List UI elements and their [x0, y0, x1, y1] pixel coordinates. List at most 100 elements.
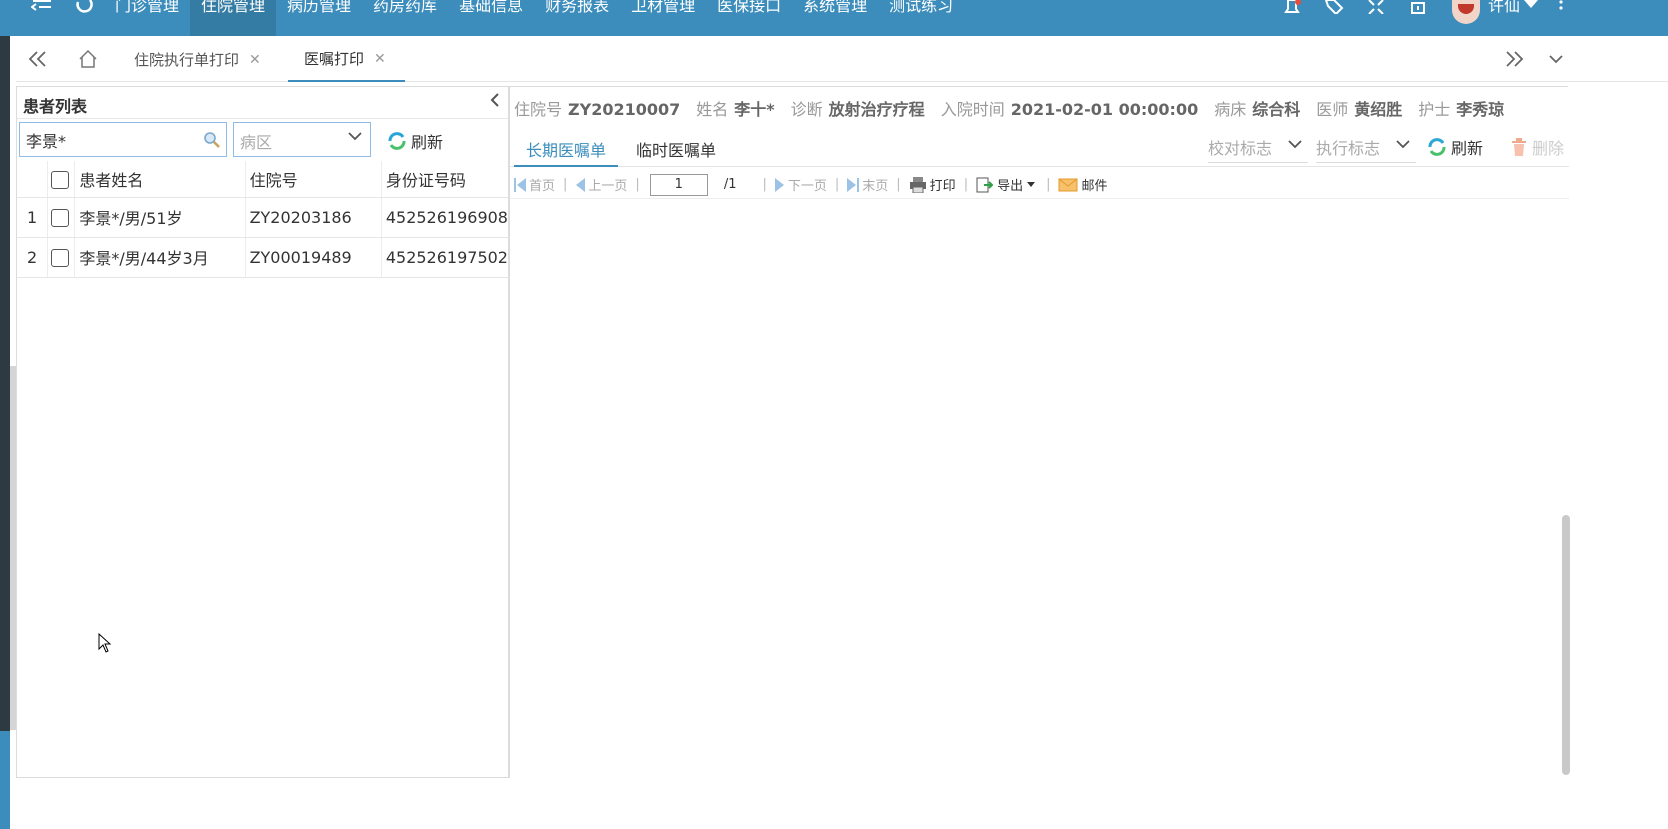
orders-panel: 住院号 ZY20210007 姓名 李十* 诊断 放射治疗疗程 入院时间 2021-02… — [509, 86, 1569, 778]
patient-name-value: 李十* — [734, 100, 775, 119]
ward-placeholder: 病区 — [240, 133, 273, 152]
row-checkbox[interactable] — [51, 208, 70, 227]
id-card-cell[interactable]: 452526197502 — [381, 237, 508, 278]
first-page-icon — [514, 177, 526, 192]
next-page-button[interactable]: 下一页 — [774, 175, 827, 194]
top-navbar: 门诊管理 住院管理 病历管理 药房药库 基础信息 财务报表 卫材管理 医保接口 … — [0, 0, 1668, 36]
info-label: 诊断 — [790, 100, 823, 119]
id-card-cell[interactable]: 452526196908 — [381, 197, 508, 238]
user-menu[interactable]: 许仙 — [1452, 0, 1539, 36]
home-icon[interactable] — [66, 37, 110, 81]
page-tab-bar: 住院执行单打印 ✕ 医嘱打印 ✕ — [16, 37, 1668, 82]
check-flag-select[interactable]: 校对标志 — [1208, 133, 1308, 163]
info-label: 病床 — [1214, 100, 1247, 119]
delete-button[interactable]: 删除 — [1510, 135, 1564, 159]
tab-label: 医嘱打印 — [304, 50, 365, 68]
column-header[interactable]: 住院号 — [245, 161, 382, 198]
menu-item[interactable]: 财务报表 — [534, 0, 620, 36]
info-label: 入院时间 — [940, 100, 1005, 119]
row-number: 2 — [17, 237, 49, 278]
page-total: /1 — [723, 177, 737, 192]
close-icon[interactable]: ✕ — [249, 52, 261, 68]
mail-label: 邮件 — [1081, 179, 1108, 194]
collapse-icon[interactable] — [490, 91, 500, 112]
first-page-button[interactable]: 首页 — [514, 175, 555, 194]
patient-list-panel: 患者列表 病区 刷新 患者姓名 住院号 身份证号码 1 李 — [16, 86, 509, 778]
exec-flag-placeholder: 执行标志 — [1316, 139, 1381, 158]
page-number-input[interactable] — [649, 173, 708, 196]
chevron-down-icon — [348, 132, 362, 141]
sidebar-collapsed — [0, 36, 10, 829]
printer-icon — [909, 176, 926, 193]
menu-item[interactable]: 基础信息 — [448, 0, 534, 36]
export-button[interactable]: 导出 — [976, 175, 1038, 194]
column-header[interactable]: 身份证号码 — [381, 161, 508, 198]
refresh-label: 刷新 — [411, 133, 444, 152]
menu-toggle-icon[interactable] — [28, 0, 56, 36]
check-flag-placeholder: 校对标志 — [1208, 139, 1273, 158]
table-row[interactable]: 2 李景*/男/44岁3月 ZY00019489 452526197502 — [17, 237, 508, 278]
tab-temporary-orders[interactable]: 临时医嘱单 — [624, 127, 728, 167]
pagination-toolbar: 首页 | 上一页 | /1 | 下一页 | 末页 | 打印 | 导出 | — [510, 171, 1569, 199]
admission-no-cell[interactable]: ZY20203186 — [245, 197, 382, 238]
admission-no-cell[interactable]: ZY00019489 — [245, 237, 382, 278]
tab-label: 住院执行单打印 — [134, 51, 240, 69]
chevron-down-icon — [1288, 140, 1302, 149]
next-page-icon — [774, 177, 784, 192]
refresh-icon — [388, 132, 406, 150]
tag-icon[interactable] — [1322, 0, 1346, 36]
row-checkbox-cell — [47, 197, 76, 238]
orders-refresh-button[interactable]: 刷新 — [1427, 135, 1483, 159]
vertical-scrollbar-thumb[interactable] — [1562, 515, 1570, 775]
mail-button[interactable]: 邮件 — [1058, 175, 1108, 194]
close-icon[interactable]: ✕ — [374, 51, 386, 67]
menu-item[interactable]: 病历管理 — [276, 0, 362, 36]
patient-name-cell[interactable]: 李景*/男/44岁3月 — [74, 237, 246, 278]
chevron-down-icon — [1396, 140, 1410, 149]
more-icon[interactable] — [1554, 0, 1568, 36]
tabs-scroll-right-icon[interactable] — [1492, 37, 1536, 81]
fullscreen-icon[interactable] — [1364, 0, 1388, 36]
menu-item[interactable]: 卫材管理 — [620, 0, 706, 36]
panel-title: 患者列表 — [23, 97, 88, 116]
tabs-dropdown-icon[interactable] — [1544, 37, 1568, 81]
lock-icon[interactable] — [1406, 0, 1430, 36]
avatar — [1452, 0, 1480, 24]
patient-table: 患者姓名 住院号 身份证号码 1 李景*/男/51岁 ZY20203186 45… — [17, 161, 508, 278]
menu-item[interactable]: 药房药库 — [362, 0, 448, 36]
tab-execution-print[interactable]: 住院执行单打印 ✕ — [118, 37, 277, 82]
last-page-button[interactable]: 末页 — [847, 175, 888, 194]
panel-header: 患者列表 — [17, 87, 508, 119]
patient-search-input[interactable] — [19, 122, 227, 157]
refresh-button[interactable]: 刷新 — [387, 129, 443, 153]
search-icon[interactable] — [203, 131, 221, 153]
tab-long-term-orders[interactable]: 长期医嘱单 — [514, 127, 619, 167]
select-all-checkbox[interactable] — [51, 170, 70, 189]
menu-item-active[interactable]: 住院管理 — [190, 0, 277, 36]
menu-item[interactable]: 门诊管理 — [104, 0, 190, 36]
menu-item[interactable]: 测试练习 — [878, 0, 964, 36]
prev-page-button[interactable]: 上一页 — [575, 175, 627, 194]
row-checkbox[interactable] — [51, 248, 70, 267]
row-number-header — [17, 161, 49, 198]
select-all-cell — [47, 161, 76, 198]
patient-name-cell[interactable]: 李景*/男/51岁 — [74, 197, 246, 238]
bell-icon[interactable] — [1280, 0, 1304, 36]
refresh-icon — [1428, 138, 1446, 156]
table-row[interactable]: 1 李景*/男/51岁 ZY20203186 452526196908 — [17, 197, 508, 238]
column-header[interactable]: 患者姓名 — [74, 161, 246, 198]
last-page-label: 末页 — [862, 179, 889, 194]
tabs-scroll-left-icon[interactable] — [16, 37, 60, 81]
print-label: 打印 — [929, 179, 956, 194]
tab-order-print[interactable]: 医嘱打印 ✕ — [288, 37, 405, 82]
reload-icon[interactable] — [72, 0, 96, 36]
prev-page-label: 上一页 — [588, 179, 628, 194]
menu-item[interactable]: 系统管理 — [792, 0, 878, 36]
export-label: 导出 — [997, 179, 1024, 194]
table-header-row: 患者姓名 住院号 身份证号码 — [17, 161, 508, 198]
ward-select[interactable]: 病区 — [233, 122, 371, 157]
menu-item[interactable]: 医保接口 — [706, 0, 792, 36]
info-label: 姓名 — [696, 100, 729, 119]
print-button[interactable]: 打印 — [909, 175, 956, 194]
exec-flag-select[interactable]: 执行标志 — [1316, 133, 1416, 163]
